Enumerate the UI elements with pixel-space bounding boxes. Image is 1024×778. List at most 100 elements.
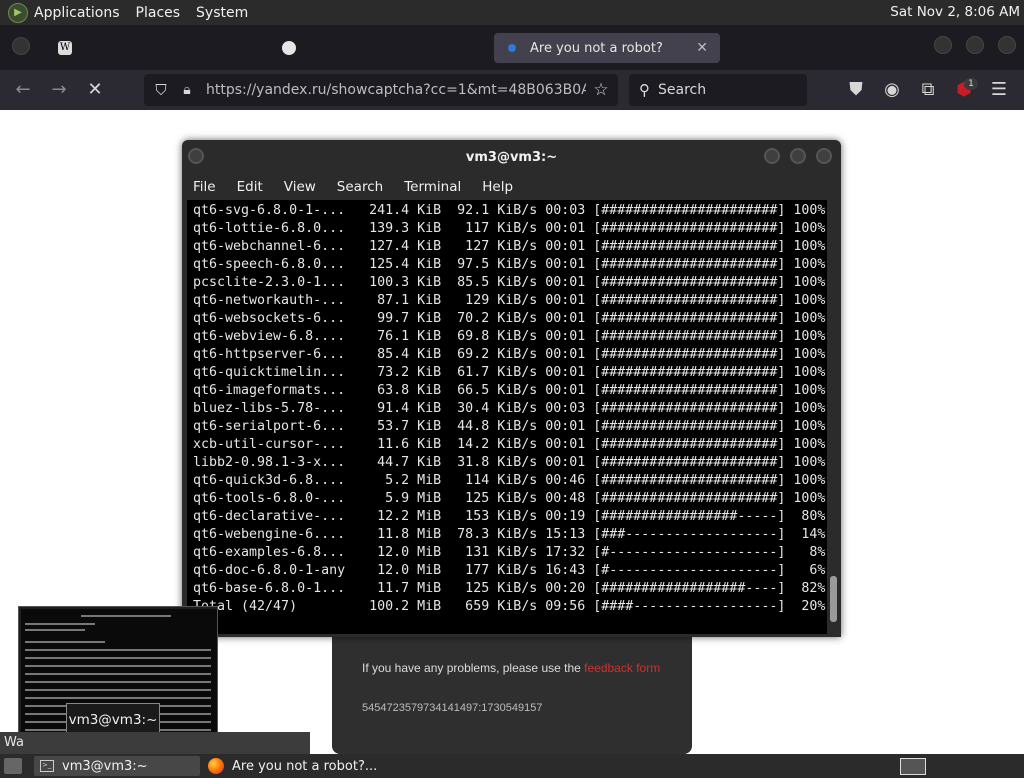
- top-panel: ▶ Applications Places System Sat Nov 2, …: [0, 0, 1024, 25]
- terminal-line: qt6-examples-6.8... 12.0 MiB 131 KiB/s 1…: [193, 545, 826, 560]
- terminal-line: qt6-quicktimelin... 73.2 KiB 61.7 KiB/s …: [193, 365, 826, 380]
- terminal-lines: qt6-svg-6.8.0-1-... 241.4 KiB 92.1 KiB/s…: [193, 202, 825, 616]
- terminal-line: qt6-svg-6.8.0-1-... 241.4 KiB 92.1 KiB/s…: [193, 203, 826, 218]
- hamburger-menu-icon[interactable]: ☰: [988, 79, 1010, 101]
- workspace-switcher[interactable]: [900, 758, 926, 775]
- terminal-minimize-button[interactable]: [764, 148, 780, 164]
- terminal-close-button[interactable]: [816, 148, 832, 164]
- window-minimize-button[interactable]: [934, 36, 952, 54]
- search-bar[interactable]: ⚲ Search: [629, 74, 807, 106]
- tab-title: Are you not a robot?: [530, 40, 663, 56]
- thumbnail-line: [25, 649, 211, 651]
- terminal-line: qt6-speech-6.8.0... 125.4 KiB 97.5 KiB/s…: [193, 257, 826, 272]
- tab-github[interactable]: [272, 33, 492, 63]
- captcha-ticket-id: 5454723579734141497:1730549157: [362, 702, 543, 714]
- terminal-line: qt6-webengine-6.... 11.8 MiB 78.3 KiB/s …: [193, 527, 826, 542]
- show-desktop-icon[interactable]: [4, 758, 22, 774]
- terminal-line: qt6-declarative-... 12.2 MiB 153 KiB/s 0…: [193, 509, 826, 524]
- terminal-line: xcb-util-cursor-... 11.6 KiB 14.2 KiB/s …: [193, 437, 826, 452]
- terminal-title: vm3@vm3:~: [465, 149, 558, 165]
- terminal-line: libb2-0.98.1-3-x... 44.7 KiB 31.8 KiB/s …: [193, 455, 826, 470]
- search-icon: ⚲: [639, 81, 650, 99]
- menu-applications[interactable]: Applications: [34, 5, 120, 21]
- terminal-menu-terminal[interactable]: Terminal: [404, 179, 461, 195]
- bottom-panel: >_ vm3@vm3:~ Are you not a robot?...: [0, 754, 1024, 778]
- terminal-line: Total (42/47) 100.2 MiB 659 KiB/s 09:56 …: [193, 599, 826, 614]
- terminal-menu-edit[interactable]: Edit: [237, 179, 263, 195]
- terminal-line: qt6-networkauth-... 87.1 KiB 129 KiB/s 0…: [193, 293, 826, 308]
- app-menu-icon[interactable]: ▶: [8, 2, 28, 23]
- terminal-line: qt6-doc-6.8.0-1-any 12.0 MiB 177 KiB/s 1…: [193, 563, 826, 578]
- menu-places[interactable]: Places: [136, 5, 181, 21]
- terminal-menu-search[interactable]: Search: [337, 179, 383, 195]
- lock-icon[interactable]: 🔒︎: [176, 79, 198, 101]
- thumbnail-line: [81, 615, 171, 617]
- terminal-output[interactable]: qt6-svg-6.8.0-1-... 241.4 KiB 92.1 KiB/s…: [187, 200, 827, 634]
- browser-navbar: ← → ✕ ⛉ 🔒︎ https://yandex.ru/showcaptcha…: [0, 70, 1024, 110]
- problem-message: If you have any problems, please use the…: [362, 660, 662, 676]
- taskbar-firefox[interactable]: Are you not a robot?...: [202, 756, 402, 776]
- pocket-icon[interactable]: ⛊: [845, 79, 867, 101]
- taskbar-terminal[interactable]: >_ vm3@vm3:~: [34, 756, 200, 776]
- thumbnail-line: [25, 641, 105, 643]
- terminal-scrollbar[interactable]: [828, 200, 838, 634]
- terminal-line: qt6-httpserver-6... 85.4 KiB 69.2 KiB/s …: [193, 347, 826, 362]
- tab-wikipedia[interactable]: W: [48, 33, 268, 63]
- taskbar-firefox-label: Are you not a robot?...: [232, 758, 378, 774]
- terminal-menu-file[interactable]: File: [193, 179, 216, 195]
- thumbnail-line: [25, 629, 85, 631]
- window-close-button[interactable]: [998, 36, 1016, 54]
- tab-close-icon[interactable]: ✕: [696, 40, 708, 56]
- bookmark-star-icon[interactable]: ☆: [590, 79, 612, 101]
- terminal-maximize-button[interactable]: [790, 148, 806, 164]
- window-maximize-button[interactable]: [966, 36, 984, 54]
- feedback-link[interactable]: feedback form: [584, 661, 660, 675]
- terminal-line: qt6-serialport-6... 53.7 KiB 44.8 KiB/s …: [193, 419, 826, 434]
- taskbar-terminal-label: vm3@vm3:~: [62, 758, 148, 774]
- url-text[interactable]: https://yandex.ru/showcaptcha?cc=1&mt=48…: [206, 82, 586, 98]
- thumbnail-line: [25, 657, 211, 659]
- tab-captcha[interactable]: Are you not a robot? ✕: [494, 33, 720, 63]
- terminal-line: qt6-websockets-6... 99.7 KiB 70.2 KiB/s …: [193, 311, 826, 326]
- thumbnail-line: [25, 681, 211, 683]
- thumbnail-line: [25, 697, 211, 699]
- thumbnail-line: [25, 673, 211, 675]
- terminal-line: qt6-base-6.8.0-1... 11.7 MiB 125 KiB/s 0…: [193, 581, 826, 596]
- terminal-menu-view[interactable]: View: [284, 179, 316, 195]
- url-bar[interactable]: ⛉ 🔒︎ https://yandex.ru/showcaptcha?cc=1&…: [144, 74, 618, 106]
- terminal-line: qt6-quick3d-6.8.... 5.2 MiB 114 KiB/s 00…: [193, 473, 826, 488]
- github-tab-icon: [282, 41, 296, 55]
- terminal-line: qt6-imageformats... 63.8 KiB 66.5 KiB/s …: [193, 383, 826, 398]
- terminal-line: bluez-libs-5.78-... 91.4 KiB 30.4 KiB/s …: [193, 401, 826, 416]
- panel-clock[interactable]: Sat Nov 2, 8:06 AM: [890, 4, 1020, 20]
- terminal-window[interactable]: vm3@vm3:~ File Edit View Search Terminal…: [182, 140, 841, 637]
- terminal-line: qt6-tools-6.8.0-... 5.9 MiB 125 KiB/s 00…: [193, 491, 826, 506]
- thumbnail-line: [25, 623, 95, 625]
- window-list-strip[interactable]: Wa: [0, 732, 310, 754]
- problem-text: If you have any problems, please use the: [362, 661, 581, 675]
- thumbnail-line: [25, 689, 211, 691]
- extension-badge: 1: [964, 78, 978, 90]
- search-placeholder: Search: [658, 82, 707, 98]
- thumbnail-line: [25, 665, 211, 667]
- browser-tab-strip: W Are you not a robot? ✕: [0, 25, 1024, 70]
- hidden-window-control: [12, 37, 30, 55]
- terminal-icon: >_: [40, 760, 54, 772]
- extensions-icon[interactable]: ⧉: [917, 79, 939, 101]
- shield-icon[interactable]: ⛉: [150, 79, 172, 101]
- yandex-tab-icon: [508, 44, 516, 52]
- terminal-line: pcsclite-2.3.0-1... 100.3 KiB 85.5 KiB/s…: [193, 275, 826, 290]
- terminal-line: qt6-webchannel-6... 127.4 KiB 127 KiB/s …: [193, 239, 826, 254]
- terminal-scrollbar-thumb[interactable]: [830, 576, 837, 622]
- account-icon[interactable]: ◉: [881, 79, 903, 101]
- firefox-icon: [208, 758, 224, 774]
- terminal-line: qt6-webview-6.8.... 76.1 KiB 69.8 KiB/s …: [193, 329, 826, 344]
- terminal-menubar: File Edit View Search Terminal Help: [182, 174, 841, 200]
- captcha-card: If you have any problems, please use the…: [332, 634, 692, 754]
- back-arrow-icon[interactable]: ←: [12, 79, 34, 101]
- terminal-menu-help[interactable]: Help: [482, 179, 513, 195]
- forward-arrow-icon[interactable]: →: [48, 79, 70, 101]
- terminal-line: qt6-lottie-6.8.0... 139.3 KiB 117 KiB/s …: [193, 221, 826, 236]
- stop-icon[interactable]: ✕: [84, 79, 106, 101]
- menu-system[interactable]: System: [196, 5, 248, 21]
